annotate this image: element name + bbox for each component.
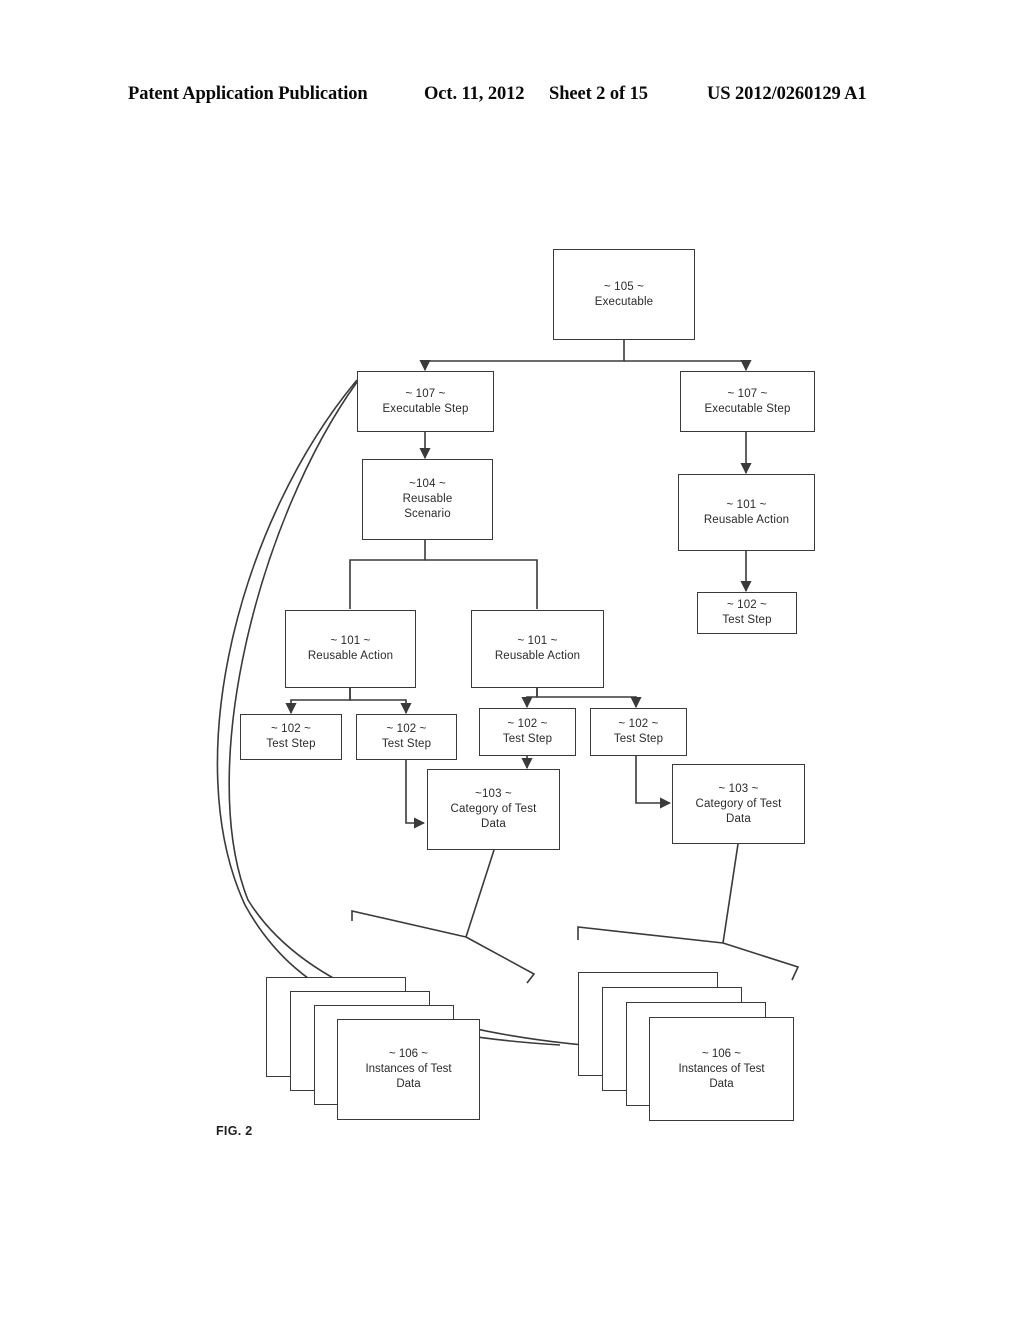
node-category-right-ref: ~ 103 ~ (718, 782, 759, 795)
node-test-step-1-ref: ~ 102 ~ (270, 723, 312, 735)
node-category-left-label-line2: Data (481, 818, 506, 830)
instances-left-card-front[interactable]: ~ 106 ~ Instances of Test Data (337, 1019, 480, 1120)
node-reusable-scenario[interactable]: ~104 ~ Reusable Scenario (362, 459, 493, 540)
edge-category-right-to-instances (722, 843, 739, 944)
node-instances-left-label-line1: Instances of Test (365, 1063, 452, 1075)
node-test-step-1-label: Test Step (266, 738, 316, 750)
figure-caption: FIG. 2 (216, 1124, 253, 1138)
node-instances-right-ref: ~ 106 ~ (701, 1047, 741, 1060)
node-executable-ref: ~ 105 ~ (603, 280, 645, 293)
node-instances-left-label-line2: Data (396, 1078, 421, 1090)
node-instances-right-label-line2: Data (709, 1077, 734, 1090)
node-reusable-action-mid-right[interactable]: ~ 101 ~ Reusable Action (471, 610, 604, 688)
edge-executable-to-steps (425, 340, 625, 362)
edge-scenario-to-actions (349, 540, 426, 609)
node-test-step-4-label: Test Step (613, 733, 664, 745)
node-reusable-action-mid-right-ref: ~ 101 ~ (517, 635, 558, 647)
node-test-step-3[interactable]: ~ 102 ~ Test Step (479, 708, 576, 756)
node-test-step-right-ref: ~ 102 ~ (726, 599, 768, 611)
node-category-of-test-data-left[interactable]: ~103 ~ Category of Test Data (427, 769, 560, 850)
edge-category-left-to-instances (465, 849, 495, 938)
node-instances-left-ref: ~ 106 ~ (388, 1048, 428, 1060)
node-executable-step-left-label: Executable Step (382, 402, 469, 415)
node-test-step-4-ref: ~ 102 ~ (618, 718, 659, 730)
edge-teststep2-to-category-left (405, 760, 426, 829)
node-reusable-action-mid-left-label: Reusable Action (307, 650, 394, 662)
node-reusable-action-right-ref: ~ 101 ~ (726, 498, 767, 511)
node-executable-step-right-ref: ~ 107 ~ (727, 387, 768, 400)
node-executable-step-right[interactable]: ~ 107 ~ Executable Step (680, 371, 815, 432)
node-instances-of-test-data-right[interactable]: ~ 106 ~ Instances of Test Data (578, 972, 794, 1122)
node-executable-step-right-label: Executable Step (704, 402, 791, 415)
node-reusable-scenario-label-line1: Reusable (402, 493, 453, 505)
node-test-step-right-label: Test Step (722, 614, 772, 626)
figure-diagram: ~ 105 ~ Executable ~ 107 ~ Executable St… (0, 0, 1024, 1320)
instances-right-card-front[interactable]: ~ 106 ~ Instances of Test Data (649, 1017, 794, 1121)
edge-teststep4-to-category-right (635, 756, 672, 809)
node-test-step-2-label: Test Step (381, 738, 432, 750)
node-category-left-label-line1: Category of Test (450, 803, 537, 815)
node-test-step-1[interactable]: ~ 102 ~ Test Step (240, 714, 342, 760)
node-category-of-test-data-right[interactable]: ~ 103 ~ Category of Test Data (672, 764, 805, 844)
node-executable-step-left-ref: ~ 107 ~ (405, 387, 446, 400)
node-category-right-label-line2: Data (726, 812, 751, 825)
node-category-right-label-line1: Category of Test (695, 797, 782, 810)
node-executable-label: Executable (594, 295, 654, 308)
node-reusable-action-right[interactable]: ~ 101 ~ Reusable Action (678, 474, 815, 551)
node-test-step-2-ref: ~ 102 ~ (386, 723, 427, 735)
node-test-step-right[interactable]: ~ 102 ~ Test Step (697, 592, 797, 634)
node-test-step-3-ref: ~ 102 ~ (507, 718, 548, 730)
node-category-left-ref: ~103 ~ (475, 788, 512, 800)
edge-action-midleft-to-teststeps (285, 688, 351, 715)
node-executable-step-left[interactable]: ~ 107 ~ Executable Step (357, 371, 494, 432)
node-test-step-4[interactable]: ~ 102 ~ Test Step (590, 708, 687, 756)
node-reusable-scenario-label-line2: Scenario (404, 508, 451, 520)
node-reusable-action-mid-left-ref: ~ 101 ~ (330, 635, 371, 647)
node-reusable-action-mid-right-label: Reusable Action (494, 650, 581, 662)
node-reusable-scenario-ref: ~104 ~ (409, 478, 446, 490)
node-test-step-2[interactable]: ~ 102 ~ Test Step (356, 714, 457, 760)
edge-action-midright-to-teststeps (521, 688, 538, 709)
node-test-step-3-label: Test Step (502, 733, 553, 745)
node-instances-of-test-data-left[interactable]: ~ 106 ~ Instances of Test Data (266, 977, 481, 1122)
node-reusable-action-mid-left[interactable]: ~ 101 ~ Reusable Action (285, 610, 416, 688)
node-instances-right-label-line1: Instances of Test (678, 1062, 765, 1075)
node-reusable-action-right-label: Reusable Action (703, 513, 790, 526)
node-executable[interactable]: ~ 105 ~ Executable (553, 249, 695, 340)
